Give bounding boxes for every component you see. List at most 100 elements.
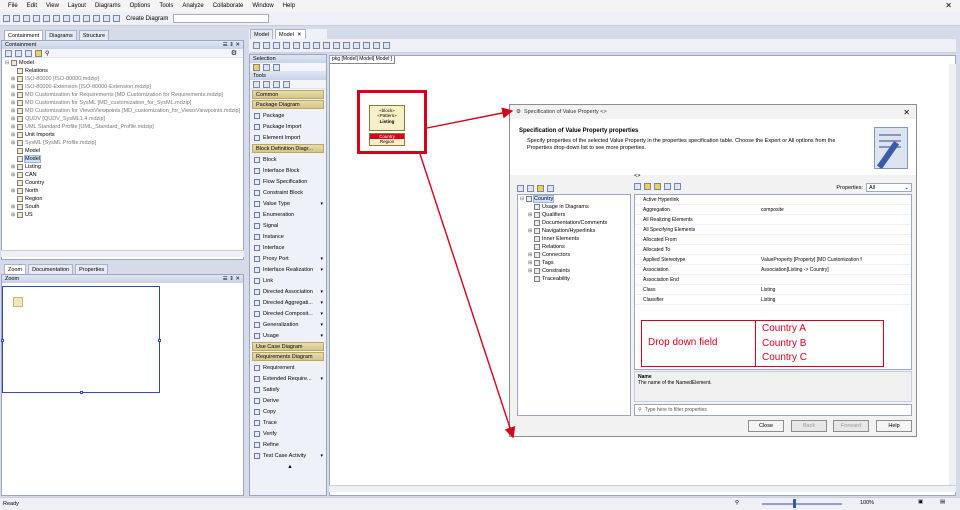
property-row[interactable]: Applied Stereotype ValueProperty [Propert…: [635, 255, 911, 265]
dialog-close-icon[interactable]: ✕: [903, 108, 910, 117]
chevron-down-icon[interactable]: ▾: [320, 300, 323, 306]
category-icon[interactable]: [654, 183, 661, 190]
property-row[interactable]: All Specifying Elements: [635, 225, 911, 235]
expander-icon[interactable]: ⊞: [11, 84, 16, 90]
undo-icon[interactable]: [73, 15, 80, 22]
tree-item[interactable]: ⊞ US: [5, 211, 243, 219]
copy-icon[interactable]: [53, 15, 60, 22]
pin-icon[interactable]: [253, 80, 260, 88]
block-listing[interactable]: «block» «Pattern» Listing: [369, 105, 405, 131]
spec-tree-item[interactable]: ⊞ Connectors: [518, 251, 630, 259]
property-value[interactable]: ValueProperty [Property] [MD Customizati…: [761, 257, 911, 263]
expander-icon[interactable]: ⊞: [11, 132, 16, 138]
tree-item[interactable]: Model: [5, 155, 243, 163]
scroll-up-icon[interactable]: ▲: [250, 461, 326, 472]
palette-tool[interactable]: Package Import: [250, 121, 326, 132]
format-icon[interactable]: [283, 80, 290, 88]
chevron-down-icon[interactable]: ▾: [320, 267, 323, 273]
property-row[interactable]: Allocated From: [635, 235, 911, 245]
highlight-icon[interactable]: [537, 184, 544, 192]
chevron-down-icon[interactable]: ▾: [320, 311, 323, 317]
panel-controls-icon[interactable]: ☰ ⇕ ✕: [223, 276, 240, 282]
property-value[interactable]: Association[Listing -> Country]: [761, 267, 911, 273]
canvas-vertical-scrollbar[interactable]: [949, 64, 956, 485]
palette-category[interactable]: Package Diagram: [252, 100, 324, 109]
forward-icon[interactable]: [103, 15, 110, 22]
color-icon[interactable]: [333, 42, 340, 49]
palette-tool[interactable]: Derive: [250, 395, 326, 406]
redo-icon[interactable]: [83, 15, 90, 22]
tree-item[interactable]: Region: [5, 195, 243, 203]
spec-tree-item[interactable]: ⊟ Country: [518, 195, 630, 203]
spec-tree-item[interactable]: Inner Elements: [518, 235, 630, 243]
gear-icon[interactable]: ⚙: [231, 49, 237, 57]
collapse-all-icon[interactable]: [674, 183, 681, 190]
diagram-tab[interactable]: Model: [250, 29, 273, 39]
chevron-down-icon[interactable]: ▾: [320, 322, 323, 328]
tree-item[interactable]: Model: [5, 147, 243, 155]
create-diagram-button[interactable]: Create Diagram: [126, 16, 168, 22]
zoom-viewport[interactable]: [1, 286, 161, 394]
expand-all-icon[interactable]: [664, 183, 671, 190]
menu-tools[interactable]: Tools: [159, 3, 173, 9]
tree-item[interactable]: Relations: [5, 67, 243, 75]
expander-icon[interactable]: ⊞: [11, 172, 16, 178]
help-button[interactable]: Help: [876, 420, 912, 432]
panel-controls-icon[interactable]: ☰ ⇕ ✕: [223, 42, 240, 48]
palette-tool[interactable]: Refine: [250, 439, 326, 450]
chevron-down-icon[interactable]: ▾: [320, 376, 323, 382]
horizontal-scrollbar[interactable]: [1, 250, 244, 257]
menu-layout[interactable]: Layout: [68, 3, 86, 9]
expander-icon[interactable]: ⊞: [11, 76, 16, 82]
forward-icon[interactable]: [263, 42, 270, 49]
property-row[interactable]: Allocated To: [635, 245, 911, 255]
chevron-down-icon[interactable]: ▾: [320, 453, 323, 459]
spec-tree-item[interactable]: Usage in Diagrams: [518, 203, 630, 211]
expander-icon[interactable]: ⊟: [5, 60, 10, 66]
expand-icon[interactable]: [15, 49, 22, 57]
search-icon[interactable]: ⚲: [45, 50, 49, 57]
palette-tool[interactable]: Block: [250, 154, 326, 165]
expander-icon[interactable]: ⊞: [528, 212, 533, 218]
expander-icon[interactable]: ⊞: [11, 92, 16, 98]
palette-tool[interactable]: Link: [250, 275, 326, 286]
search-icon[interactable]: ⚲: [735, 500, 739, 506]
resize-handle[interactable]: [158, 339, 161, 342]
spec-tree-item[interactable]: Documentation/Comments: [518, 219, 630, 227]
chevron-down-icon[interactable]: ▾: [320, 256, 323, 262]
tree-item[interactable]: ⊞ ISO-80000 [ISO-80000.mdzip]: [5, 75, 243, 83]
tree-item[interactable]: ⊞ Unit Imports: [5, 131, 243, 139]
property-row[interactable]: Active Hyperlink: [635, 195, 911, 205]
forward-button[interactable]: Forward: [833, 420, 869, 432]
expander-icon[interactable]: ⊞: [11, 188, 16, 194]
palette-tool[interactable]: Copy: [250, 406, 326, 417]
property-region[interactable]: Region: [370, 139, 404, 144]
paste-icon[interactable]: [63, 15, 70, 22]
tree-item[interactable]: ⊞ MD Customization for ViewsViewpoints [M…: [5, 107, 243, 115]
menu-edit[interactable]: Edit: [27, 3, 37, 9]
lasso-icon[interactable]: [263, 63, 270, 71]
palette-tool[interactable]: Signal: [250, 220, 326, 231]
palette-tool[interactable]: Element Import: [250, 132, 326, 143]
expander-icon[interactable]: ⊞: [11, 108, 16, 114]
expander-icon[interactable]: ⊞: [528, 268, 533, 274]
close-icon[interactable]: ✕: [945, 1, 952, 10]
palette-tool[interactable]: Verify: [250, 428, 326, 439]
palette-tool[interactable]: Directed Association ▾: [250, 286, 326, 297]
menu-window[interactable]: Window: [252, 3, 273, 9]
tree-item[interactable]: ⊞ CAN: [5, 171, 243, 179]
expander-icon[interactable]: ⊞: [528, 252, 533, 258]
tree-item[interactable]: Country: [5, 179, 243, 187]
palette-tool[interactable]: Extended Require... ▾: [250, 373, 326, 384]
back-icon[interactable]: [253, 42, 260, 49]
spec-tree-item[interactable]: ⊞ Navigation/Hyperlinks: [518, 227, 630, 235]
add-icon[interactable]: [263, 80, 270, 88]
palette-tool[interactable]: Proxy Port ▾: [250, 253, 326, 264]
expander-icon[interactable]: ⊟: [520, 196, 525, 202]
spec-tree-item[interactable]: Relations: [518, 243, 630, 251]
filter-icon[interactable]: [527, 184, 534, 192]
tab-containment[interactable]: Containment: [4, 30, 44, 40]
tree-item[interactable]: ⊟ Model: [5, 59, 243, 67]
pointer-icon[interactable]: [253, 63, 260, 71]
expander-icon[interactable]: ⊞: [11, 204, 16, 210]
